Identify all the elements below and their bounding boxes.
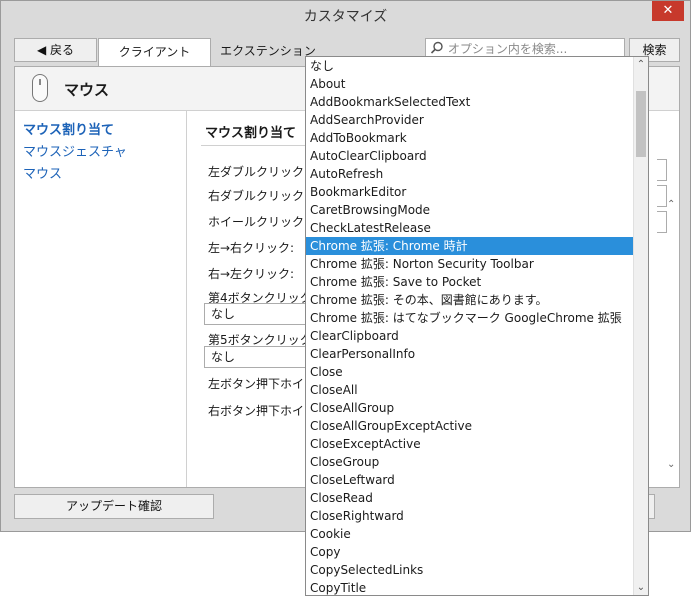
tab-client[interactable]: クライアント <box>98 38 211 66</box>
dropdown-item[interactable]: CaretBrowsingMode <box>306 201 634 219</box>
scrollbar-thumb[interactable] <box>636 91 646 157</box>
dropdown-item[interactable]: AddBookmarkSelectedText <box>306 93 634 111</box>
sidebar-item-mouse[interactable]: マウス <box>23 163 62 182</box>
update-check-button[interactable]: アップデート確認 <box>14 494 214 519</box>
dropdown-item[interactable]: CopySelectedLinks <box>306 561 634 579</box>
dropdown-items: なし About AddBookmarkSelectedText AddSearchP… <box>306 57 634 595</box>
dropdown-item[interactable]: About <box>306 75 634 93</box>
sidebar: マウス割り当て マウスジェスチャ マウス <box>15 111 187 487</box>
dropdown-item[interactable]: ClearPersonalInfo <box>306 345 634 363</box>
dropdown-item[interactable]: CloseLeftward <box>306 471 634 489</box>
sidebar-item-mouse-gesture[interactable]: マウスジェスチャ <box>23 141 127 160</box>
back-arrow-icon: ◀ <box>36 43 47 57</box>
label-right-press-wheel: 右ボタン押下ホイー <box>208 404 317 418</box>
dropdown-item[interactable]: AutoClearClipboard <box>306 147 634 165</box>
button5-select[interactable]: なし <box>204 346 320 368</box>
sidebar-item-mouse-assign[interactable]: マウス割り当て <box>23 119 114 138</box>
close-button[interactable]: ✕ <box>652 1 684 21</box>
window-title: カスタマイズ <box>303 9 388 25</box>
button4-select[interactable]: なし <box>204 303 320 325</box>
dropdown-item[interactable]: BookmarkEditor <box>306 183 634 201</box>
dropdown-item[interactable]: AddSearchProvider <box>306 111 634 129</box>
dropdown-item[interactable]: Chrome 拡張: Chrome 時計 <box>306 237 634 255</box>
dropdown-item[interactable]: CloseAll <box>306 381 634 399</box>
chevron-up-icon[interactable]: ⌃ <box>634 59 648 70</box>
section-title: マウス <box>64 81 110 99</box>
chevron-up-icon: ⌃ <box>667 199 676 210</box>
label-right-double-click: 右ダブルクリック: <box>208 189 309 203</box>
label-wheel-click: ホイールクリック: <box>208 215 309 229</box>
search-icon <box>430 41 443 54</box>
content-scrollbar[interactable]: ⌃ ⌄ <box>665 199 679 489</box>
dropdown-item[interactable]: CloseAllGroupExceptActive <box>306 417 634 435</box>
dropdown-item[interactable]: Chrome 拡張: Save to Pocket <box>306 273 634 291</box>
label-left-double-click: 左ダブルクリック: <box>208 165 309 179</box>
select-stub-1[interactable] <box>657 159 667 181</box>
dropdown-item[interactable]: AutoRefresh <box>306 165 634 183</box>
dropdown-item[interactable]: Chrome 拡張: はてなブックマーク GoogleChrome 拡張 <box>306 309 634 327</box>
dropdown-item[interactable]: CloseAllGroup <box>306 399 634 417</box>
back-button[interactable]: ◀ 戻る <box>14 38 97 62</box>
dropdown-item[interactable]: Close <box>306 363 634 381</box>
dropdown-item[interactable]: CloseRead <box>306 489 634 507</box>
mouse-icon <box>32 74 48 102</box>
dropdown-item[interactable]: AddToBookmark <box>306 129 634 147</box>
dropdown-item[interactable]: Chrome 拡張: その本、図書館にあります。 <box>306 291 634 309</box>
command-dropdown-list[interactable]: なし About AddBookmarkSelectedText AddSearchP… <box>305 56 649 596</box>
main-title: マウス割り当て <box>205 126 297 141</box>
dropdown-item[interactable]: Chrome 拡張: Norton Security Toolbar <box>306 255 634 273</box>
dropdown-item[interactable]: Cookie <box>306 525 634 543</box>
back-button-label: 戻る <box>50 43 75 57</box>
dropdown-item[interactable]: CloseGroup <box>306 453 634 471</box>
chevron-down-icon: ⌄ <box>667 459 676 470</box>
search-placeholder: オプション内を検索... <box>447 42 568 56</box>
dropdown-item[interactable]: CheckLatestRelease <box>306 219 634 237</box>
dropdown-item[interactable]: ClearClipboard <box>306 327 634 345</box>
dropdown-item[interactable]: CloseRightward <box>306 507 634 525</box>
main-divider <box>201 145 321 146</box>
label-right-left-click: 右→左クリック: <box>208 267 295 281</box>
dropdown-item[interactable]: CloseExceptActive <box>306 435 634 453</box>
dropdown-scrollbar[interactable]: ⌃ ⌄ <box>633 57 648 595</box>
label-left-press-wheel: 左ボタン押下ホイー <box>208 377 317 391</box>
dropdown-item[interactable]: CopyTitle <box>306 579 634 595</box>
chevron-down-icon[interactable]: ⌄ <box>634 582 648 593</box>
dropdown-item[interactable]: Copy <box>306 543 634 561</box>
label-left-right-click: 左→右クリック: <box>208 241 295 255</box>
dropdown-item[interactable]: なし <box>306 57 634 75</box>
